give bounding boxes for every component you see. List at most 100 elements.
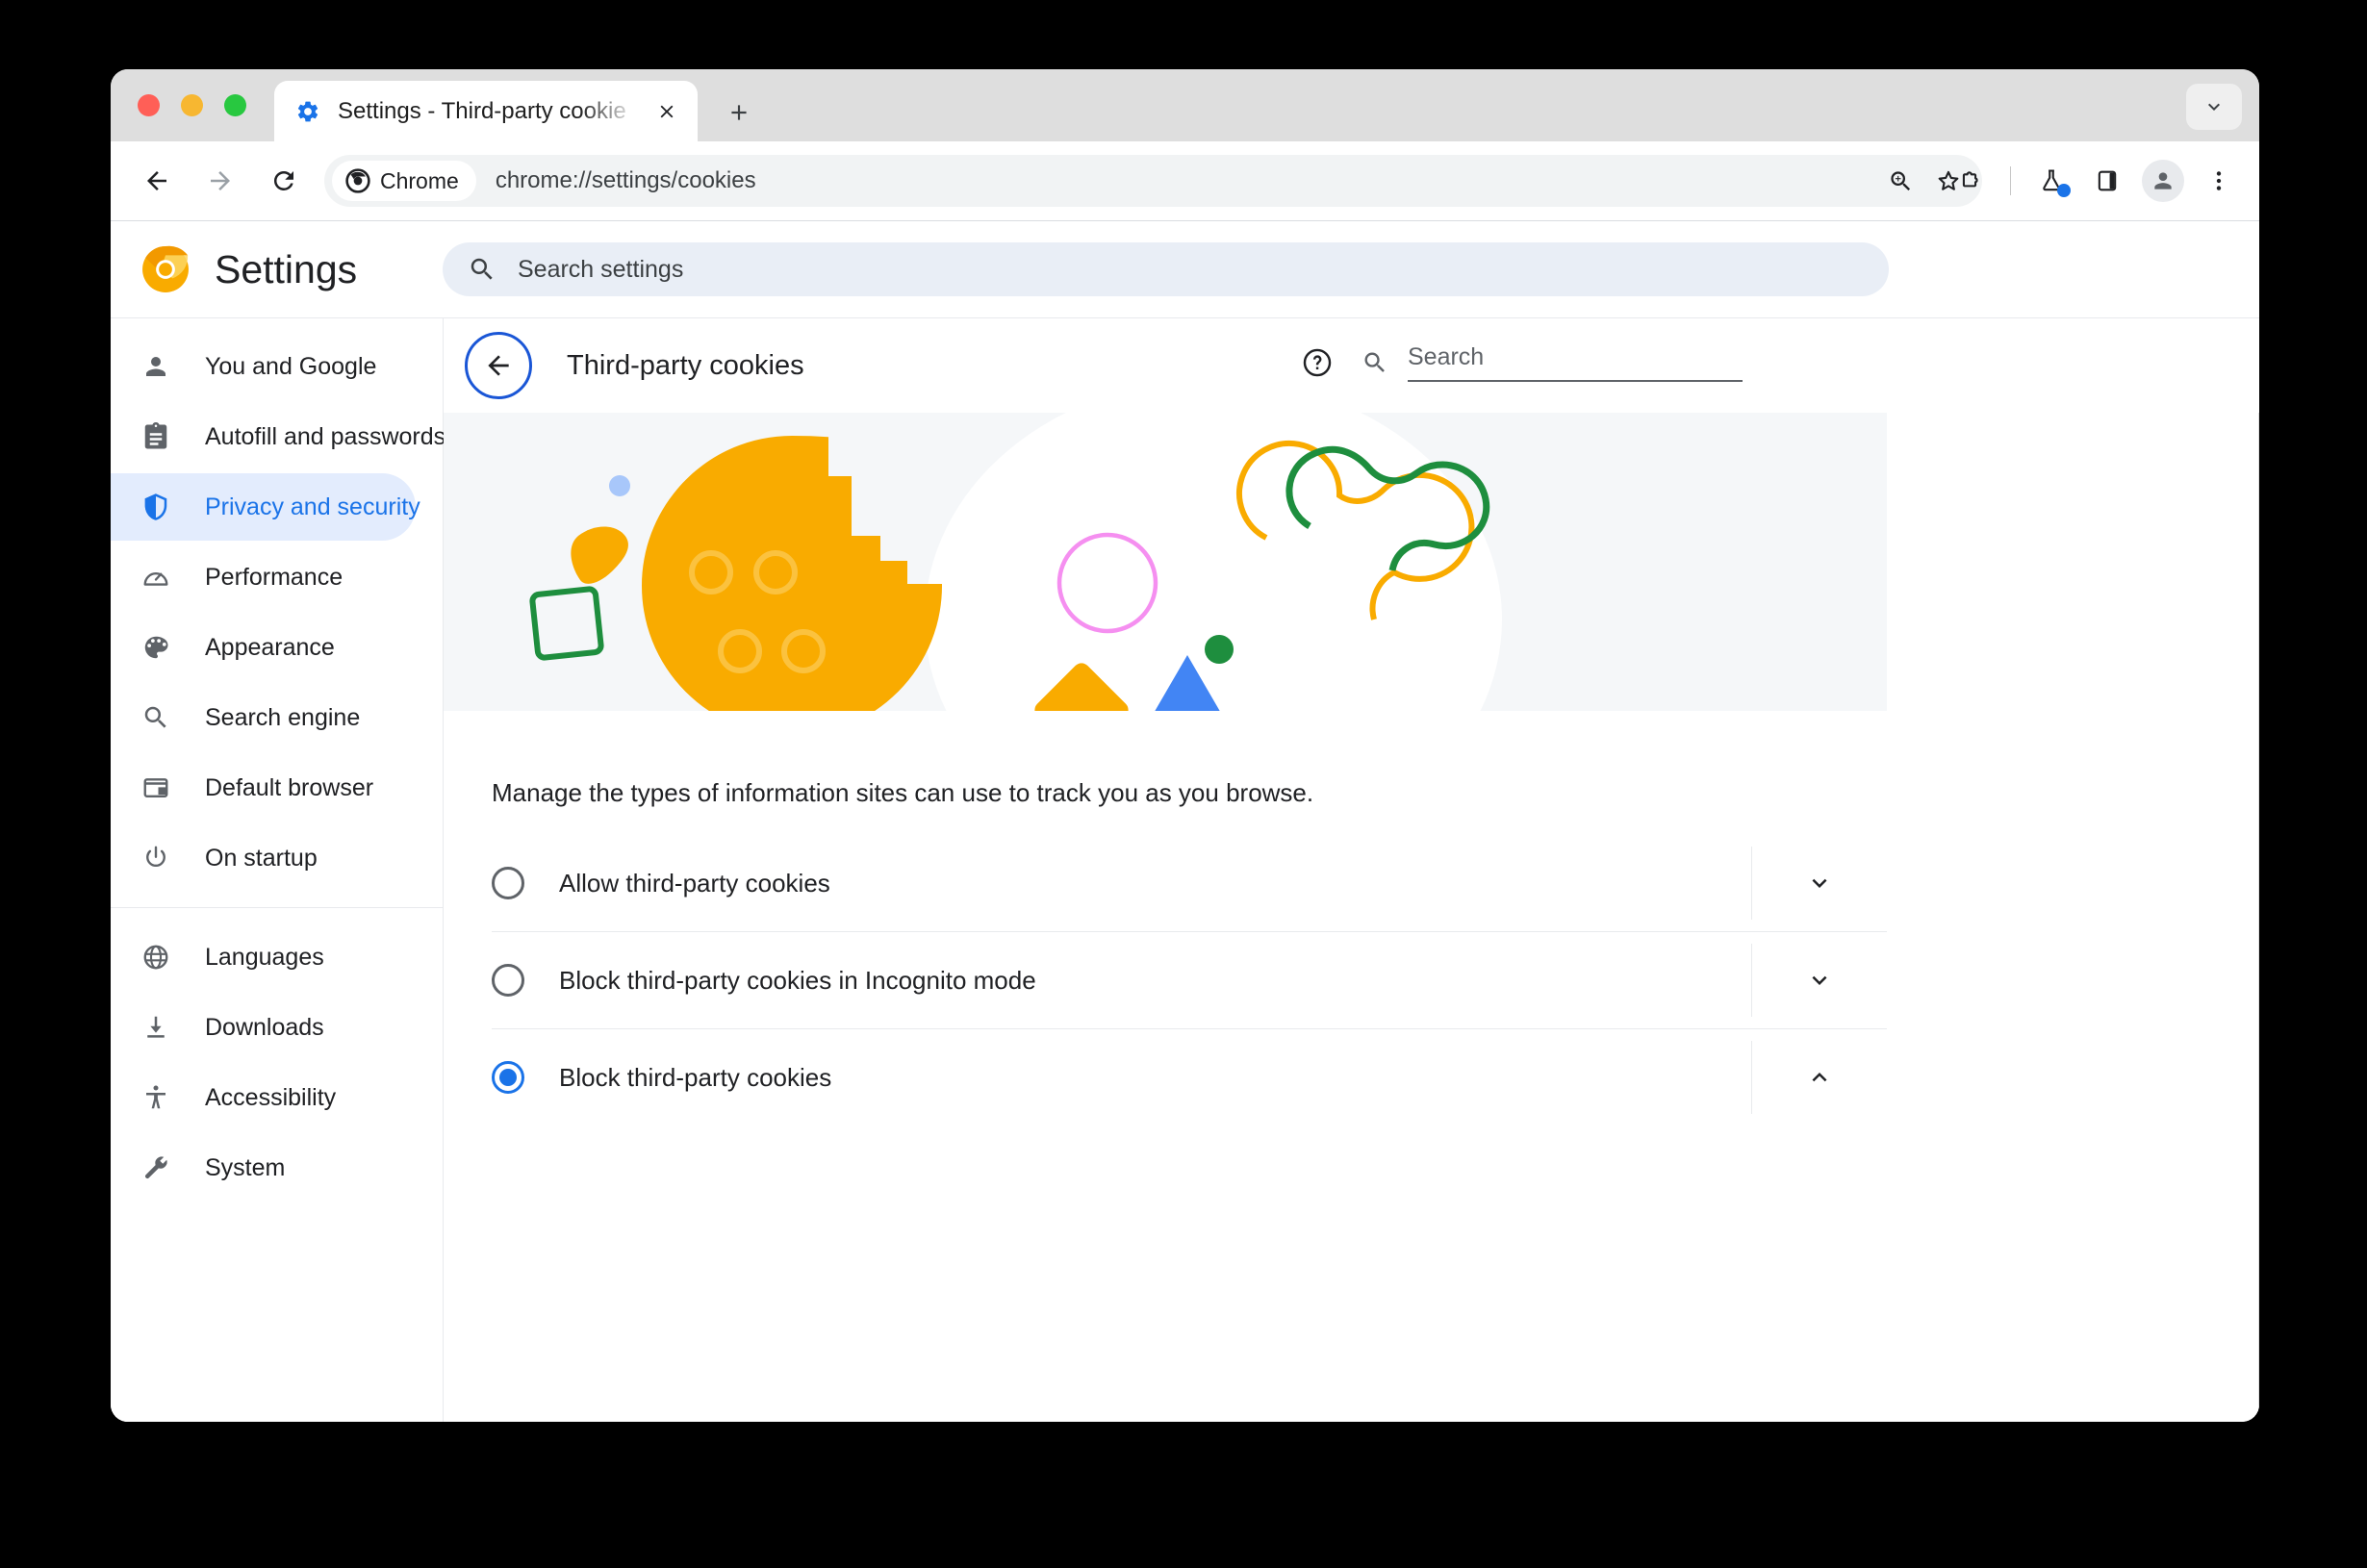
wrench-icon — [140, 1151, 172, 1184]
collapse-block-button[interactable] — [1751, 1041, 1887, 1114]
clipboard-icon — [140, 420, 172, 453]
search-icon — [1364, 352, 1385, 372]
download-icon — [140, 1011, 172, 1044]
cookies-illustration-banner — [444, 413, 1887, 711]
chrome-menu-button[interactable] — [2194, 156, 2244, 206]
settings-sidebar: You and Google Autofill and passwords Pr… — [111, 318, 445, 1422]
browser-window-icon — [140, 771, 172, 804]
sidebar-item-label: Downloads — [205, 1013, 324, 1041]
settings-body: You and Google Autofill and passwords Pr… — [111, 318, 2259, 1422]
toolbar-divider — [2010, 166, 2011, 195]
side-panel-icon — [2098, 170, 2117, 191]
option-allow-third-party-cookies[interactable]: Allow third-party cookies — [492, 835, 1887, 931]
sidebar-item-label: Languages — [205, 943, 324, 971]
extensions-button[interactable] — [1945, 156, 1995, 206]
option-block-third-party-cookies[interactable]: Block third-party cookies — [492, 1028, 1887, 1125]
palette-icon — [140, 631, 172, 664]
three-dot-menu-icon — [2216, 171, 2222, 190]
sidebar-item-label: Performance — [205, 563, 344, 591]
new-tab-button[interactable] — [719, 92, 759, 133]
close-window-button[interactable] — [138, 94, 160, 116]
sidebar-item-system[interactable]: System — [111, 1134, 416, 1201]
page-search[interactable]: Search — [1362, 343, 1743, 382]
sidebar-item-label: System — [205, 1153, 286, 1181]
settings-search-box[interactable]: Search settings — [443, 242, 1889, 296]
browser-toolbar: Chrome chrome://settings/cookies — [111, 141, 2259, 221]
back-button[interactable] — [132, 156, 182, 206]
search-icon — [140, 701, 172, 734]
avatar — [2142, 160, 2184, 202]
radio-button[interactable] — [492, 964, 524, 997]
arrow-left-icon — [147, 171, 166, 190]
settings-header: Settings Search settings — [111, 221, 2259, 318]
power-icon — [140, 842, 172, 874]
page-header-actions: Search — [1294, 340, 1743, 386]
chrome-chip-label: Chrome — [380, 167, 459, 193]
back-to-privacy-button[interactable] — [465, 332, 532, 399]
sidebar-item-performance[interactable]: Performance — [111, 544, 416, 611]
tab-strip: Settings - Third-party cookie — [111, 69, 2259, 141]
expand-incognito-button[interactable] — [1751, 944, 1887, 1017]
minimize-window-button[interactable] — [181, 94, 203, 116]
settings-search-placeholder: Search settings — [518, 255, 684, 283]
experiments-button[interactable] — [2026, 156, 2076, 206]
sidebar-item-autofill-and-passwords[interactable]: Autofill and passwords — [111, 403, 445, 470]
zoom-button[interactable] — [1878, 159, 1922, 203]
option-block-third-party-cookies-incognito[interactable]: Block third-party cookies in Incognito m… — [492, 931, 1887, 1028]
option-label: Block third-party cookies in Incognito m… — [559, 965, 1036, 995]
tab-search-button[interactable] — [2186, 84, 2242, 130]
screen: Settings - Third-party cookie Chrome chr… — [0, 0, 2367, 1568]
reload-button[interactable] — [259, 156, 309, 206]
cookie-options-list: Allow third-party cookies Block third-pa… — [444, 835, 1887, 1125]
sidebar-item-on-startup[interactable]: On startup — [111, 824, 416, 892]
chevron-down-icon — [2208, 103, 2220, 111]
chevron-up-icon — [1812, 1073, 1827, 1082]
tab-title: Settings - Third-party cookie — [338, 97, 626, 124]
sidebar-item-you-and-google[interactable]: You and Google — [111, 333, 416, 400]
chrome-settings-logo-icon — [142, 245, 189, 292]
radio-button-selected[interactable] — [492, 1061, 524, 1094]
sidebar-item-accessibility[interactable]: Accessibility — [111, 1064, 416, 1131]
chevron-down-icon — [1812, 975, 1827, 985]
page-search-input[interactable]: Search — [1408, 343, 1743, 382]
settings-main-panel: Third-party cookies Search Manage the ty… — [444, 318, 2259, 1422]
settings-title: Settings — [215, 246, 358, 291]
help-button[interactable] — [1294, 340, 1340, 386]
zoom-in-icon — [1890, 170, 1910, 190]
expand-allow-button[interactable] — [1751, 847, 1887, 920]
browser-tab[interactable]: Settings - Third-party cookie — [274, 81, 698, 141]
side-panel-button[interactable] — [2082, 156, 2132, 206]
radio-button[interactable] — [492, 867, 524, 899]
sidebar-item-languages[interactable]: Languages — [111, 923, 416, 991]
sidebar-item-downloads[interactable]: Downloads — [111, 994, 416, 1061]
profile-button[interactable] — [2138, 156, 2188, 206]
sidebar-item-appearance[interactable]: Appearance — [111, 614, 416, 681]
address-bar-url: chrome://settings/cookies — [495, 167, 756, 193]
maximize-window-button[interactable] — [224, 94, 246, 116]
sidebar-item-privacy-and-security[interactable]: Privacy and security — [111, 473, 420, 541]
sidebar-item-label: On startup — [205, 844, 318, 872]
speedometer-icon — [140, 561, 172, 594]
help-circle-icon — [1303, 348, 1332, 377]
search-icon — [471, 258, 493, 280]
forward-button[interactable] — [195, 156, 245, 206]
sidebar-item-default-browser[interactable]: Default browser — [111, 754, 416, 822]
toolbar-actions — [1945, 156, 2244, 206]
sidebar-item-label: Default browser — [205, 773, 374, 801]
close-tab-button[interactable] — [648, 92, 686, 131]
scrollbar-track[interactable] — [2258, 413, 2259, 1422]
chevron-down-icon — [1812, 878, 1827, 888]
sidebar-item-label: Accessibility — [205, 1083, 337, 1111]
settings-content: Third-party cookies Search Manage the ty… — [444, 318, 1887, 1125]
arrow-left-icon — [488, 355, 509, 376]
address-bar[interactable]: Chrome chrome://settings/cookies — [324, 155, 1982, 207]
blue-dot-shape — [609, 475, 630, 496]
sidebar-item-search-engine[interactable]: Search engine — [111, 684, 416, 751]
person-icon — [140, 350, 172, 383]
page-description: Manage the types of information sites ca… — [492, 778, 1314, 807]
page-header: Third-party cookies Search — [444, 318, 1887, 413]
puzzle-icon — [1962, 171, 1978, 188]
plus-icon — [731, 105, 747, 120]
page-title: Third-party cookies — [567, 349, 804, 381]
person-icon — [2154, 172, 2172, 190]
